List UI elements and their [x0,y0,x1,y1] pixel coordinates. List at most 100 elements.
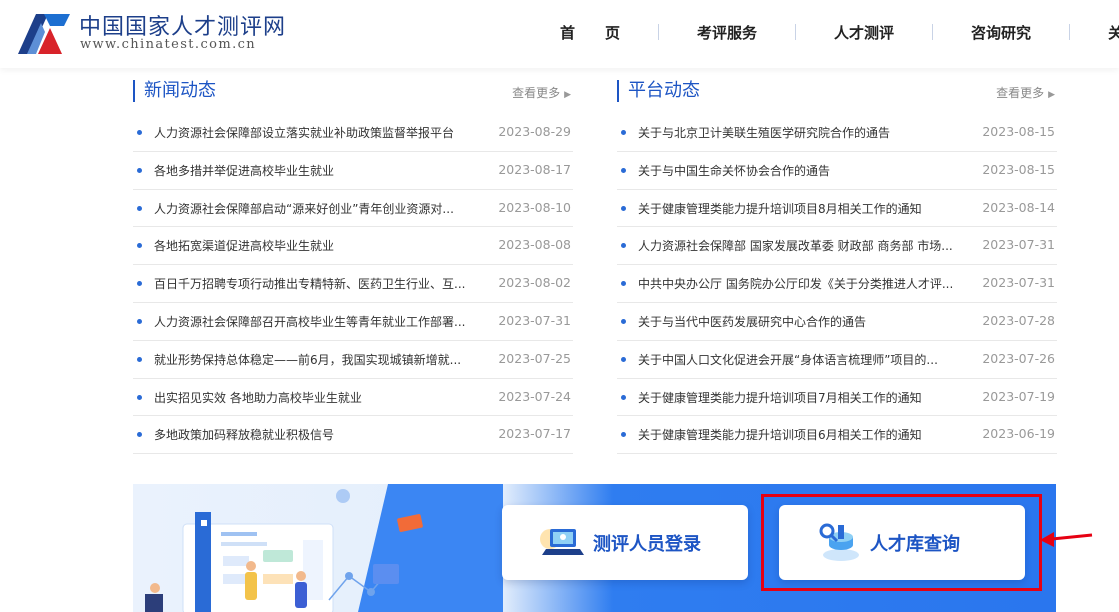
item-title: 关于健康管理类能力提升培训项目8月相关工作的通知 [638,201,922,216]
talent-database-query-button[interactable]: 人才库查询 [779,505,1025,580]
nav-exam-service[interactable]: 考评服务 [697,22,757,43]
laptop-user-icon [540,529,584,555]
list-item[interactable]: 关于健康管理类能力提升培训项目7月相关工作的通知 2023-07-19 [617,379,1057,417]
nav-consulting[interactable]: 咨询研究 [971,22,1031,43]
bullet-icon [621,318,626,324]
item-date: 2023-08-29 [498,124,571,139]
caret-right-icon: ▶ [1048,90,1055,100]
list-item[interactable]: 中共中央办公厅 国务院办公厅印发《关于分类推进人才评... 2023-07-31 [617,265,1057,303]
platform-list: 关于与北京卫计美联生殖医学研究院合作的通告 2023-08-15 关于与中国生命关… [617,114,1057,455]
item-date: 2023-08-17 [498,161,571,177]
item-date: 2023-06-19 [982,426,1055,442]
item-date: 2023-08-15 [982,161,1055,177]
item-date: 2023-08-02 [498,275,571,291]
list-item[interactable]: 出实招见实效 各地助力高校毕业生就业 2023-07-24 [133,379,573,417]
assessor-login-label: 测评人员登录 [593,534,701,555]
database-search-icon [819,523,859,561]
talent-database-label: 人才库查询 [870,534,960,555]
item-title: 就业形势保持总体稳定——前6月，我国实现城镇新增就... [154,352,462,367]
list-item[interactable]: 百日千万招聘专项行动推出专精特新、医药卫生行业、互... 2023-08-02 [133,265,573,303]
bullet-icon [621,205,626,211]
item-date: 2023-07-19 [982,388,1055,404]
item-date: 2023-07-24 [498,388,571,404]
item-date: 2023-07-25 [498,350,571,366]
bullet-icon [137,281,142,287]
nav-home[interactable]: 首 页 [560,22,620,43]
dashboard-illustration [145,484,503,612]
item-date: 2023-07-17 [498,426,571,442]
site-url: www.chinatest.com.cn [80,37,257,52]
caret-right-icon: ▶ [564,90,571,100]
list-item[interactable]: 各地拓宽渠道促进高校毕业生就业 2023-08-08 [133,227,573,266]
bullet-icon [621,243,626,249]
bullet-icon [137,318,142,324]
news-more-link[interactable]: 查看更多 ▶ [512,84,571,101]
bullet-icon [137,167,142,173]
list-item[interactable]: 关于健康管理类能力提升培训项目8月相关工作的通知 2023-08-14 [617,190,1057,228]
list-item[interactable]: 人力资源社会保障部 国家发展改革委 财政部 商务部 市场... 2023-07-3… [617,227,1057,266]
logo-icon[interactable] [14,10,72,56]
item-date: 2023-07-31 [982,237,1055,253]
item-date: 2023-08-15 [982,124,1055,139]
nav-divider [795,24,797,40]
item-title: 关于与中国生命关怀协会合作的通告 [638,163,831,178]
bullet-icon [621,281,626,287]
bullet-icon [621,432,626,438]
item-title: 关于中国人口文化促进会开展“身体语言梳理师”项目的... [638,352,938,367]
platform-more-link[interactable]: 查看更多 ▶ [996,84,1055,101]
list-item[interactable]: 关于与中国生命关怀协会合作的通告 2023-08-15 [617,152,1057,190]
item-title: 关于健康管理类能力提升培训项目6月相关工作的通知 [638,428,922,443]
item-date: 2023-08-08 [498,237,571,253]
news-section: 新闻动态 查看更多 ▶ 人力资源社会保障部设立落实就业补助政策监督举报平台 2023… [133,78,573,455]
assessor-login-button[interactable]: 测评人员登录 [502,505,748,580]
platform-section: 平台动态 查看更多 ▶ 关于与北京卫计美联生殖医学研究院合作的通告 2023-08-… [617,78,1057,455]
item-title: 人力资源社会保障部 国家发展改革委 财政部 商务部 市场... [638,239,953,254]
platform-header: 平台动态 查看更多 ▶ [617,78,1057,112]
list-item[interactable]: 关于中国人口文化促进会开展“身体语言梳理师”项目的... 2023-07-26 [617,341,1057,379]
list-item[interactable]: 关于与北京卫计美联生殖医学研究院合作的通告 2023-08-15 [617,114,1057,152]
bullet-icon [137,130,142,135]
nav-divider [658,24,660,40]
item-date: 2023-07-31 [982,275,1055,291]
list-item[interactable]: 人力资源社会保障部设立落实就业补助政策监督举报平台 2023-08-29 [133,114,573,152]
item-title: 百日千万招聘专项行动推出专精特新、医药卫生行业、互... [154,277,466,292]
site-header: 中国国家人才测评网 www.chinatest.com.cn 首 页 考评服务 … [0,0,1119,68]
item-title: 各地拓宽渠道促进高校毕业生就业 [154,239,335,254]
item-date: 2023-08-10 [498,199,571,215]
red-arrow-icon [1040,532,1093,547]
news-header: 新闻动态 查看更多 ▶ [133,78,573,112]
item-title: 多地政策加码释放稳就业积极信号 [154,428,335,443]
item-title: 人力资源社会保障部召开高校毕业生等青年就业工作部署... [154,314,466,329]
nav-assessment[interactable]: 人才测评 [834,22,894,43]
item-title: 关于与当代中医药发展研究中心合作的通告 [638,314,867,329]
item-title: 关于与北京卫计美联生殖医学研究院合作的通告 [638,126,891,140]
platform-more-label: 查看更多 [996,86,1045,100]
list-item[interactable]: 关于与当代中医药发展研究中心合作的通告 2023-07-28 [617,303,1057,341]
nav-divider [932,24,934,40]
news-title: 新闻动态 [133,80,216,102]
platform-title: 平台动态 [617,80,700,102]
list-item[interactable]: 就业形势保持总体稳定——前6月，我国实现城镇新增就... 2023-07-25 [133,341,573,379]
list-item[interactable]: 人力资源社会保障部启动“源来好创业”青年创业资源对... 2023-08-10 [133,190,573,228]
bullet-icon [621,167,626,173]
bullet-icon [137,394,142,400]
list-item[interactable]: 人力资源社会保障部召开高校毕业生等青年就业工作部署... 2023-07-31 [133,303,573,341]
nav-divider [1069,24,1071,40]
item-title: 人力资源社会保障部启动“源来好创业”青年创业资源对... [154,201,454,216]
bullet-icon [137,243,142,249]
nav-about[interactable]: 关于我们 [1108,22,1119,43]
item-title: 关于健康管理类能力提升培训项目7月相关工作的通知 [638,390,922,405]
news-list: 人力资源社会保障部设立落实就业补助政策监督举报平台 2023-08-29 各地多措… [133,114,573,455]
list-item[interactable]: 关于健康管理类能力提升培训项目6月相关工作的通知 2023-06-19 [617,416,1057,455]
bullet-icon [137,432,142,438]
list-item[interactable]: 各地多措并举促进高校毕业生就业 2023-08-17 [133,152,573,190]
bullet-icon [137,356,142,362]
item-title: 各地多措并举促进高校毕业生就业 [154,163,335,178]
list-item[interactable]: 多地政策加码释放稳就业积极信号 2023-07-17 [133,416,573,455]
bullet-icon [137,205,142,211]
item-title: 出实招见实效 各地助力高校毕业生就业 [154,390,362,405]
item-date: 2023-07-31 [498,312,571,328]
news-more-label: 查看更多 [512,86,561,100]
service-banner: 测评人员登录 人才库查询 [133,484,1056,612]
bullet-icon [621,356,626,362]
